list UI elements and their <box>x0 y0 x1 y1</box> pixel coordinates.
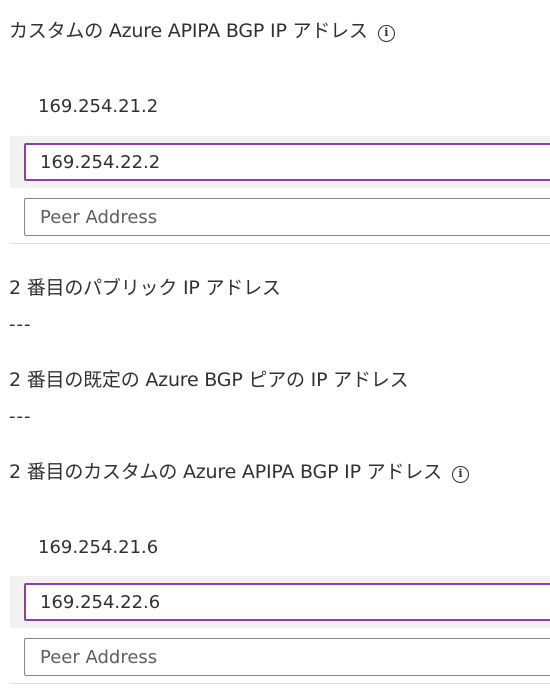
apipa-ip-value[interactable]: 169.254.21.2 <box>38 96 158 118</box>
apipa-ip-input[interactable]: 169.254.22.2 <box>24 143 550 181</box>
secondary-public-ip-label: 2 番目のパブリック IP アドレス <box>9 277 281 299</box>
secondary-custom-apipa-label: 2 番目のカスタムの Azure APIPA BGP IP アドレス i <box>9 460 469 484</box>
secondary-peer-address-input[interactable]: Peer Address <box>24 638 550 676</box>
section-divider <box>10 243 550 244</box>
info-icon[interactable]: i <box>451 466 469 483</box>
section-divider <box>10 683 550 684</box>
peer-address-placeholder: Peer Address <box>40 206 158 228</box>
secondary-apipa-ip-value[interactable]: 169.254.21.6 <box>38 537 158 559</box>
secondary-apipa-ip-input-value: 169.254.22.6 <box>40 591 161 613</box>
secondary-custom-apipa-label-text: 2 番目のカスタムの Azure APIPA BGP IP アドレス <box>9 461 442 483</box>
info-icon[interactable]: i <box>377 25 395 42</box>
custom-apipa-label-text: カスタムの Azure APIPA BGP IP アドレス <box>9 20 368 42</box>
secondary-default-bgp-label: 2 番目の既定の Azure BGP ピアの IP アドレス <box>9 369 409 391</box>
secondary-peer-address-placeholder: Peer Address <box>40 646 158 668</box>
secondary-apipa-ip-input[interactable]: 169.254.22.6 <box>24 583 550 621</box>
secondary-public-ip-value: --- <box>9 314 32 335</box>
custom-apipa-label: カスタムの Azure APIPA BGP IP アドレス i <box>9 19 395 43</box>
apipa-ip-input-value: 169.254.22.2 <box>40 151 161 173</box>
peer-address-input[interactable]: Peer Address <box>24 198 550 236</box>
secondary-default-bgp-value: --- <box>9 406 32 427</box>
